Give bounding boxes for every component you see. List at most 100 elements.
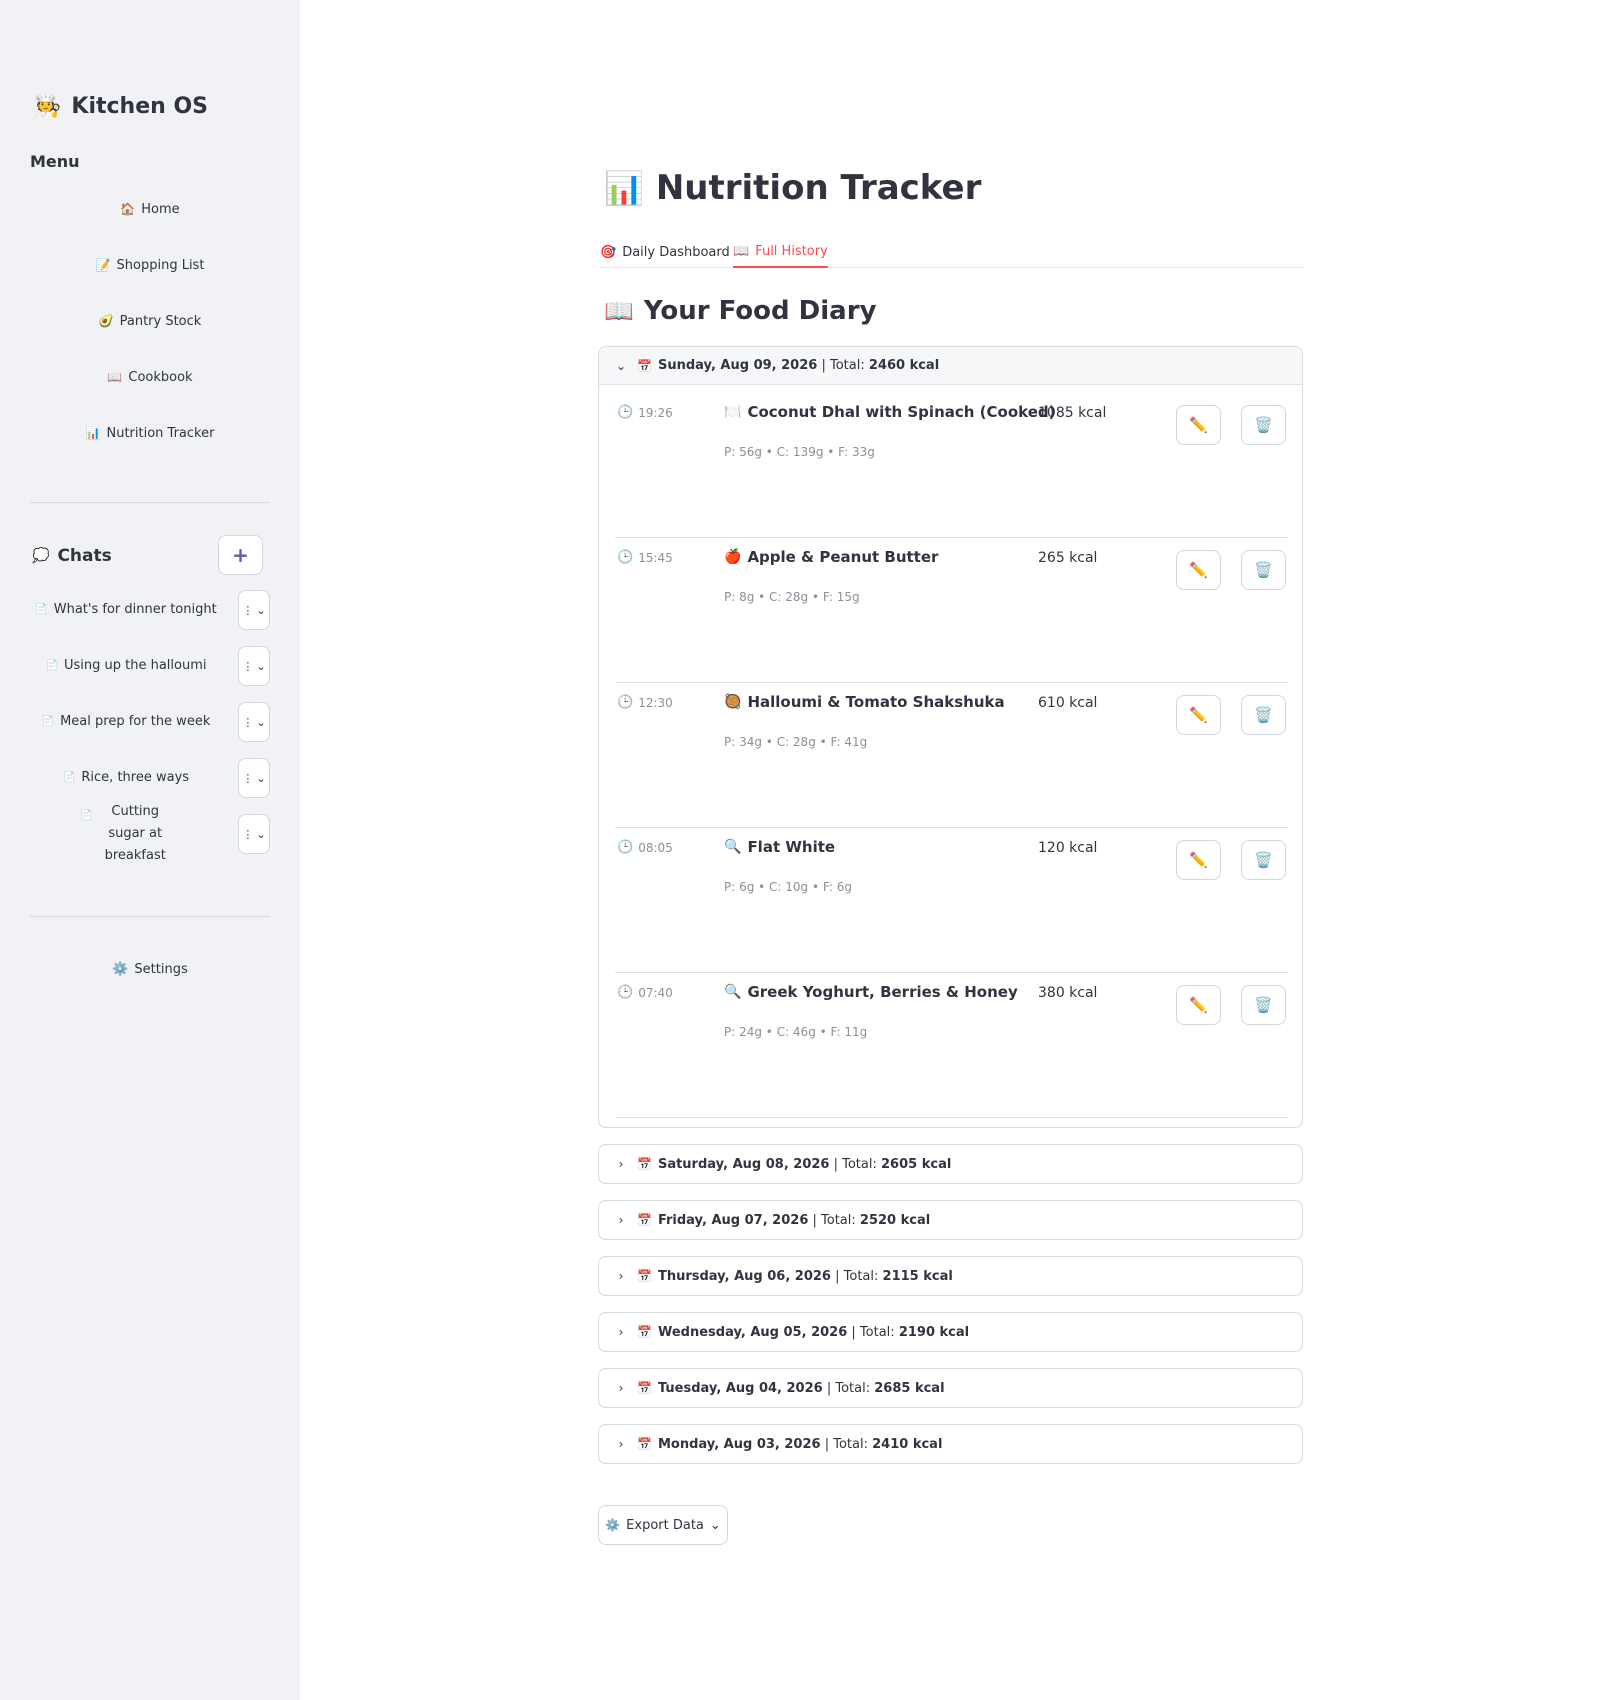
gear-icon: ⚙️: [112, 961, 129, 977]
day-expander-header[interactable]: › 📅 Friday, Aug 07, 2026 | Total: 2520 k…: [599, 1201, 1302, 1239]
edit-entry-button[interactable]: ✏️: [1176, 405, 1221, 445]
entry-time: 🕒 08:05: [617, 840, 673, 855]
thought-bubble-icon: 💭: [32, 548, 50, 564]
document-icon: 📄: [80, 810, 93, 821]
plus-icon: +: [232, 543, 249, 567]
pencil-icon: ✏️: [1189, 996, 1208, 1014]
entry-kcal: 380 kcal: [1038, 985, 1098, 1001]
tab-full-history[interactable]: 📖 Full History: [733, 236, 828, 268]
tab-label: Daily Dashboard: [622, 244, 730, 260]
chevron-right-icon: ›: [618, 1325, 624, 1339]
clock-icon: 🕒: [617, 840, 634, 855]
day-date: Friday, Aug 07, 2026: [657, 1212, 809, 1228]
chat-item-link[interactable]: 📄 Cutting sugar at breakfast: [30, 801, 222, 867]
sidebar-item-settings[interactable]: ⚙️ Settings: [30, 958, 270, 980]
export-data-button[interactable]: ⚙️ Export Data ⌄: [598, 1505, 728, 1545]
chevron-down-icon: ⌄: [256, 827, 266, 841]
clock-icon: 🕒: [617, 550, 634, 565]
magnifier-icon: 🔍: [724, 984, 742, 1000]
tab-bar: 🎯 Daily Dashboard 📖 Full History: [600, 236, 1304, 268]
new-chat-button[interactable]: +: [218, 535, 263, 575]
food-entry: 🕒 15:45 🍎 Apple & Peanut Butter P: 8g • C:…: [615, 538, 1288, 683]
sidebar-item-shopping-list[interactable]: 📝 Shopping List: [30, 245, 270, 285]
entry-name: 🔍 Greek Yoghurt, Berries & Honey: [724, 983, 1018, 1001]
day-total: 2410 kcal: [872, 1436, 943, 1452]
day-date: Thursday, Aug 06, 2026: [657, 1268, 831, 1284]
chat-item-label: Cutting sugar at breakfast: [104, 804, 166, 863]
edit-entry-button[interactable]: ✏️: [1176, 550, 1221, 590]
chat-menu-button[interactable]: ⋮ ⌄: [238, 702, 270, 742]
sidebar-item-home[interactable]: 🏠 Home: [30, 189, 270, 229]
day-expander-header[interactable]: › 📅 Monday, Aug 03, 2026 | Total: 2410 k…: [599, 1425, 1302, 1463]
day-expander-header[interactable]: ⌄ 📅 Sunday, Aug 09, 2026 | Total: 2460 k…: [599, 347, 1302, 385]
entry-kcal: 1085 kcal: [1038, 405, 1107, 421]
document-icon: 📄: [62, 772, 76, 783]
total-label: | Total:: [824, 1436, 868, 1452]
clock-icon: 🕒: [617, 695, 634, 710]
tab-daily-dashboard[interactable]: 🎯 Daily Dashboard: [600, 236, 730, 268]
chevron-right-icon: ›: [618, 1157, 624, 1171]
chat-menu-button[interactable]: ⋮ ⌄: [238, 758, 270, 798]
chats-title: 💭 Chats: [32, 546, 112, 566]
day-expander: ⌄ 📅 Sunday, Aug 09, 2026 | Total: 2460 k…: [598, 346, 1303, 1128]
sidebar-item-nutrition-tracker[interactable]: 📊 Nutrition Tracker: [30, 413, 270, 453]
delete-entry-button[interactable]: 🗑️: [1241, 695, 1286, 735]
chat-item-link[interactable]: 📄 Meal prep for the week: [30, 711, 222, 733]
sidebar-item-label: Pantry Stock: [119, 313, 202, 329]
day-expander: › 📅 Monday, Aug 03, 2026 | Total: 2410 k…: [598, 1424, 1303, 1464]
open-book-icon: 📖: [604, 297, 634, 325]
chat-item: 📄 Rice, three ways ⋮ ⌄: [30, 758, 270, 798]
entry-time: 🕒 12:30: [617, 695, 673, 710]
chat-item-label: Meal prep for the week: [60, 714, 211, 729]
chevron-down-icon: ⌄: [709, 1517, 721, 1533]
bar-chart-icon: 📊: [85, 426, 101, 440]
brand-title: Kitchen OS: [71, 94, 209, 119]
calendar-icon: 📅: [637, 358, 652, 373]
chevron-right-icon: ›: [618, 1269, 624, 1283]
document-icon: 📄: [45, 660, 58, 671]
day-expander-header[interactable]: › 📅 Tuesday, Aug 04, 2026 | Total: 2685 …: [599, 1369, 1302, 1407]
entry-macros: P: 6g • C: 10g • F: 6g: [724, 880, 852, 894]
food-entry: 🕒 19:26 🍽️ Coconut Dhal with Spinach (Cook…: [615, 393, 1288, 538]
chat-item-label: Rice, three ways: [81, 770, 190, 785]
delete-entry-button[interactable]: 🗑️: [1241, 405, 1286, 445]
pan-icon: 🥘: [724, 694, 742, 710]
chat-menu-button[interactable]: ⋮ ⌄: [238, 590, 270, 630]
entry-macros: P: 8g • C: 28g • F: 15g: [724, 590, 860, 604]
food-entry: 🕒 07:40 🔍 Greek Yoghurt, Berries & Honey P…: [615, 973, 1288, 1118]
day-date: Wednesday, Aug 05, 2026: [657, 1324, 848, 1340]
sidebar-item-pantry-stock[interactable]: 🥑 Pantry Stock: [30, 301, 270, 341]
calendar-icon: 📅: [637, 1157, 652, 1171]
day-total: 2605 kcal: [881, 1156, 952, 1172]
day-expander-header[interactable]: › 📅 Thursday, Aug 06, 2026 | Total: 2115…: [599, 1257, 1302, 1295]
sidebar-item-label: Cookbook: [128, 369, 193, 385]
calendar-icon: 📅: [637, 1269, 652, 1283]
delete-entry-button[interactable]: 🗑️: [1241, 840, 1286, 880]
delete-entry-button[interactable]: 🗑️: [1241, 550, 1286, 590]
entry-kcal: 120 kcal: [1038, 840, 1098, 856]
chat-item-link[interactable]: 📄 What's for dinner tonight: [30, 599, 222, 621]
day-expander-header[interactable]: › 📅 Wednesday, Aug 05, 2026 | Total: 219…: [599, 1313, 1302, 1351]
clock-icon: 🕒: [617, 985, 634, 1000]
edit-entry-button[interactable]: ✏️: [1176, 695, 1221, 735]
chat-menu-button[interactable]: ⋮ ⌄: [238, 814, 270, 854]
sidebar-divider: [30, 916, 270, 917]
chat-item-link[interactable]: 📄 Rice, three ways: [30, 767, 222, 789]
sidebar-item-cookbook[interactable]: 📖 Cookbook: [30, 357, 270, 397]
delete-entry-button[interactable]: 🗑️: [1241, 985, 1286, 1025]
day-date: Sunday, Aug 09, 2026: [657, 358, 818, 373]
edit-entry-button[interactable]: ✏️: [1176, 840, 1221, 880]
day-total: 2460 kcal: [868, 358, 940, 373]
edit-entry-button[interactable]: ✏️: [1176, 985, 1221, 1025]
chats-title-label: Chats: [57, 546, 112, 566]
section-title: 📖 Your Food Diary: [604, 296, 876, 326]
chat-menu-button[interactable]: ⋮ ⌄: [238, 646, 270, 686]
chat-item-link[interactable]: 📄 Using up the halloumi: [30, 655, 222, 677]
menu-title: Menu: [30, 152, 80, 171]
total-label: | Total:: [826, 1380, 871, 1396]
more-vertical-icon: ⋮: [242, 659, 254, 673]
day-expander-header[interactable]: › 📅 Saturday, Aug 08, 2026 | Total: 2605…: [599, 1145, 1302, 1183]
section-title-text: Your Food Diary: [643, 296, 877, 326]
chat-item-label: Using up the halloumi: [63, 658, 207, 673]
total-label: | Total:: [835, 1268, 879, 1284]
